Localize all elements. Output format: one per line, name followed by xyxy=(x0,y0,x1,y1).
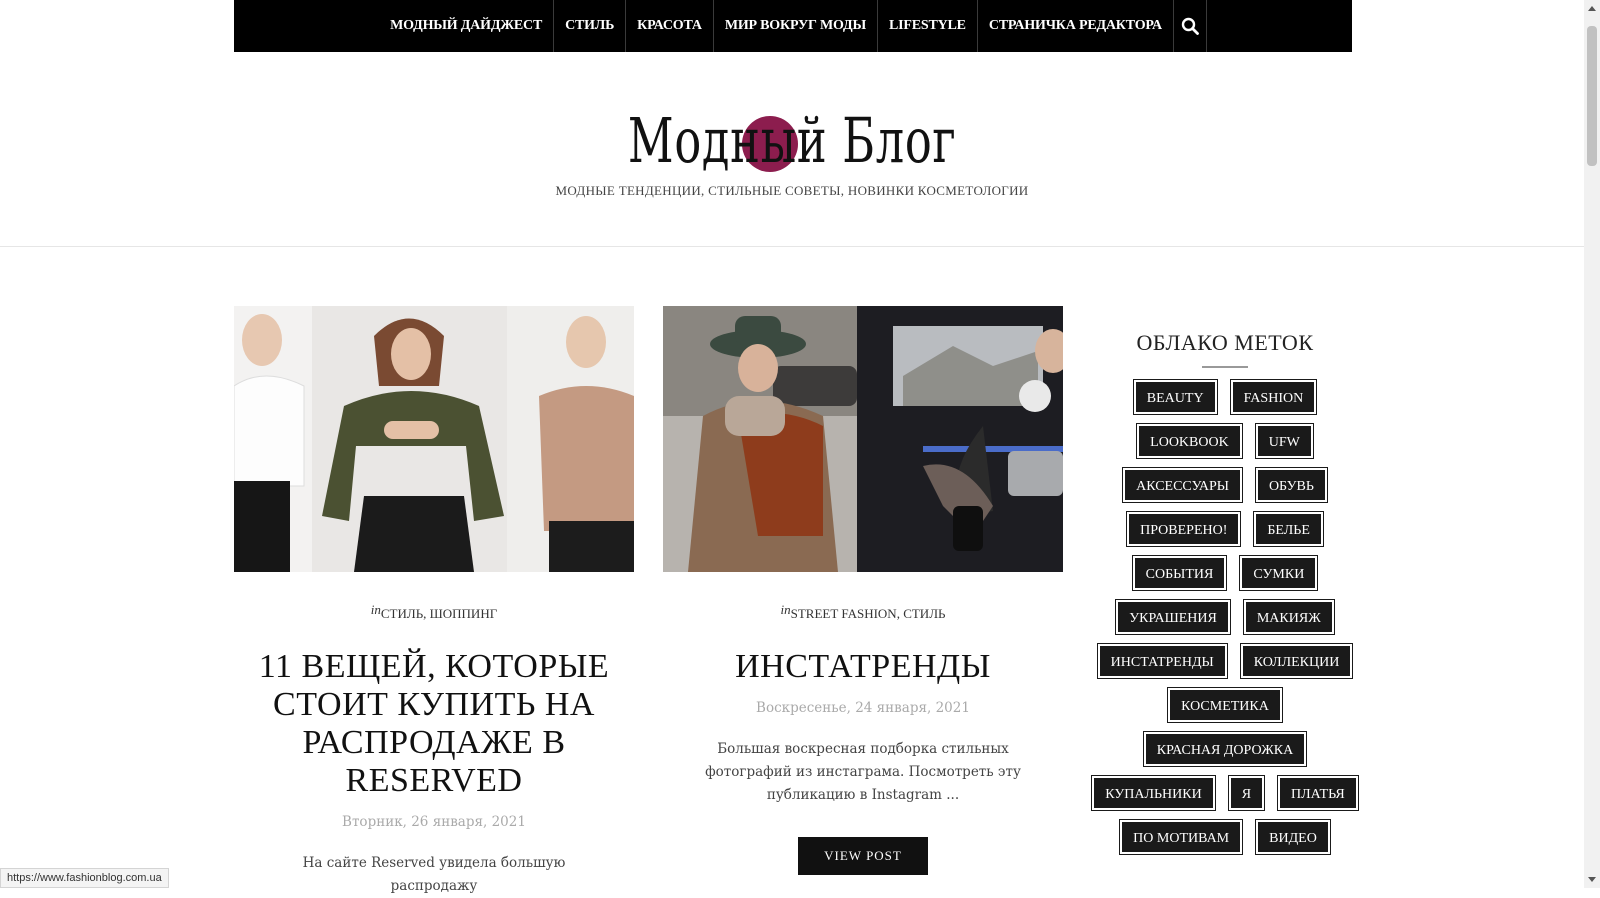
tag-link[interactable]: КРАСНАЯ ДОРОЖКА xyxy=(1142,731,1308,767)
tag-row: КОСМЕТИКА xyxy=(1100,687,1350,723)
post-title[interactable]: ИНСТАТРЕНДЫ xyxy=(683,648,1043,686)
tag-link[interactable]: UFW xyxy=(1254,423,1314,459)
tag-link[interactable]: АКСЕССУАРЫ xyxy=(1122,467,1243,503)
tag-row: АКСЕССУАРЫ ОБУВЬ xyxy=(1100,467,1350,503)
tag-link[interactable]: УКРАШЕНИЯ xyxy=(1115,599,1231,635)
tag-cloud-title: ОБЛАКО МЕТОК xyxy=(1136,330,1314,355)
post-date: Вторник, 26 января, 2021 xyxy=(342,814,526,830)
tag-link[interactable]: FASHION xyxy=(1229,379,1318,415)
tag-row: LOOKBOOK UFW xyxy=(1100,423,1350,459)
scroll-up-arrow-icon[interactable] xyxy=(1588,6,1596,11)
tag-row: КУПАЛЬНИКИ Я ПЛАТЬЯ xyxy=(1091,775,1359,811)
tag-row: ПРОВЕРЕНО! БЕЛЬЕ xyxy=(1100,511,1350,547)
scrollbar[interactable] xyxy=(1584,0,1600,888)
tag-link[interactable]: МАКИЯЖ xyxy=(1242,599,1335,635)
post-categories: inSTREET FASHION, СТИЛЬ xyxy=(663,602,1063,622)
tag-link[interactable]: СУМКИ xyxy=(1239,555,1319,591)
post-card: inСТИЛЬ, ШОППИНГ 11 ВЕЩЕЙ, КОТОРЫЕ СТОИТ… xyxy=(234,306,634,898)
search-icon xyxy=(1181,17,1199,35)
post-date: Воскресенье, 24 января, 2021 xyxy=(756,700,970,716)
tag-row: СОБЫТИЯ СУМКИ xyxy=(1100,555,1350,591)
top-nav: МОДНЫЙ ДАЙДЖЕСТ СТИЛЬ КРАСОТА МИР ВОКРУГ… xyxy=(234,0,1352,52)
nav-item-fashion-digest[interactable]: МОДНЫЙ ДАЙДЖЕСТ xyxy=(379,0,555,52)
post-category-links[interactable]: STREET FASHION, СТИЛЬ xyxy=(791,606,946,621)
scroll-down-arrow-icon[interactable] xyxy=(1588,877,1596,882)
title-underline xyxy=(1202,366,1248,368)
tag-link[interactable]: ПЛАТЬЯ xyxy=(1277,775,1359,811)
post-in-label: in xyxy=(780,602,791,617)
tag-link[interactable]: ВИДЕО xyxy=(1255,819,1331,855)
site-logo[interactable]: Модный Блог xyxy=(0,96,1584,186)
tag-link[interactable]: СОБЫТИЯ xyxy=(1131,555,1228,591)
tag-link[interactable]: ПРОВЕРЕНО! xyxy=(1126,511,1242,547)
tag-link[interactable]: ПО МОТИВАМ xyxy=(1119,819,1244,855)
scrollbar-thumb[interactable] xyxy=(1587,26,1597,166)
tag-link[interactable]: Я xyxy=(1227,775,1266,811)
nav-item-editor-page[interactable]: СТРАНИЧКА РЕДАКТОРА xyxy=(978,0,1174,52)
tag-link[interactable]: КОСМЕТИКА xyxy=(1167,687,1283,723)
tag-list: BEAUTY FASHION LOOKBOOK UFW АКСЕССУАРЫ ОБУВЬ П… xyxy=(1091,379,1359,855)
nav-item-lifestyle[interactable]: LIFESTYLE xyxy=(878,0,978,52)
tag-link[interactable]: КОЛЛЕКЦИИ xyxy=(1239,643,1354,679)
post-in-label: in xyxy=(370,602,381,617)
nav-item-beauty[interactable]: КРАСОТА xyxy=(626,0,714,52)
post-excerpt: Большая воскресная подборка стильных фот… xyxy=(705,741,1021,803)
search-button[interactable] xyxy=(1174,0,1207,52)
tag-link[interactable]: ОБУВЬ xyxy=(1254,467,1328,503)
logo-text: Модный Блог xyxy=(627,104,957,177)
post-image xyxy=(663,306,1063,572)
status-url: https://www.fashionblog.com.ua xyxy=(0,868,169,888)
tag-row: BEAUTY FASHION xyxy=(1100,379,1350,415)
tag-link[interactable]: БЕЛЬЕ xyxy=(1253,511,1324,547)
post-categories: inСТИЛЬ, ШОППИНГ xyxy=(234,602,634,622)
header-divider xyxy=(0,246,1584,247)
post-category-links[interactable]: СТИЛЬ, ШОППИНГ xyxy=(381,606,497,621)
tag-link[interactable]: КУПАЛЬНИКИ xyxy=(1091,775,1216,811)
tag-link[interactable]: ИНСТАТРЕНДЫ xyxy=(1096,643,1228,679)
tag-row: ПО МОТИВАМ ВИДЕО xyxy=(1100,819,1350,855)
post-title[interactable]: 11 ВЕЩЕЙ, КОТОРЫЕ СТОИТ КУПИТЬ НА РАСПРО… xyxy=(254,648,614,800)
post-excerpt: На сайте Reserved увидела большую распро… xyxy=(302,855,566,894)
view-post-button[interactable]: VIEW POST xyxy=(798,837,928,875)
tag-row: ИНСТАТРЕНДЫ КОЛЛЕКЦИИ xyxy=(1096,643,1354,679)
post-thumbnail[interactable] xyxy=(234,306,634,572)
tag-row: УКРАШЕНИЯ МАКИЯЖ xyxy=(1100,599,1350,635)
post-card: inSTREET FASHION, СТИЛЬ ИНСТАТРЕНДЫ Воск… xyxy=(663,306,1063,875)
tag-row: КРАСНАЯ ДОРОЖКА xyxy=(1100,731,1350,767)
nav-item-style[interactable]: СТИЛЬ xyxy=(554,0,627,52)
post-image xyxy=(234,306,634,572)
tag-link[interactable]: BEAUTY xyxy=(1132,379,1218,415)
nav-item-fashion-world[interactable]: МИР ВОКРУГ МОДЫ xyxy=(714,0,879,52)
post-thumbnail[interactable] xyxy=(663,306,1063,572)
tag-cloud-widget: ОБЛАКО МЕТОК BEAUTY FASHION LOOKBOOK UFW АКС… xyxy=(1091,330,1359,855)
tag-link[interactable]: LOOKBOOK xyxy=(1136,423,1243,459)
